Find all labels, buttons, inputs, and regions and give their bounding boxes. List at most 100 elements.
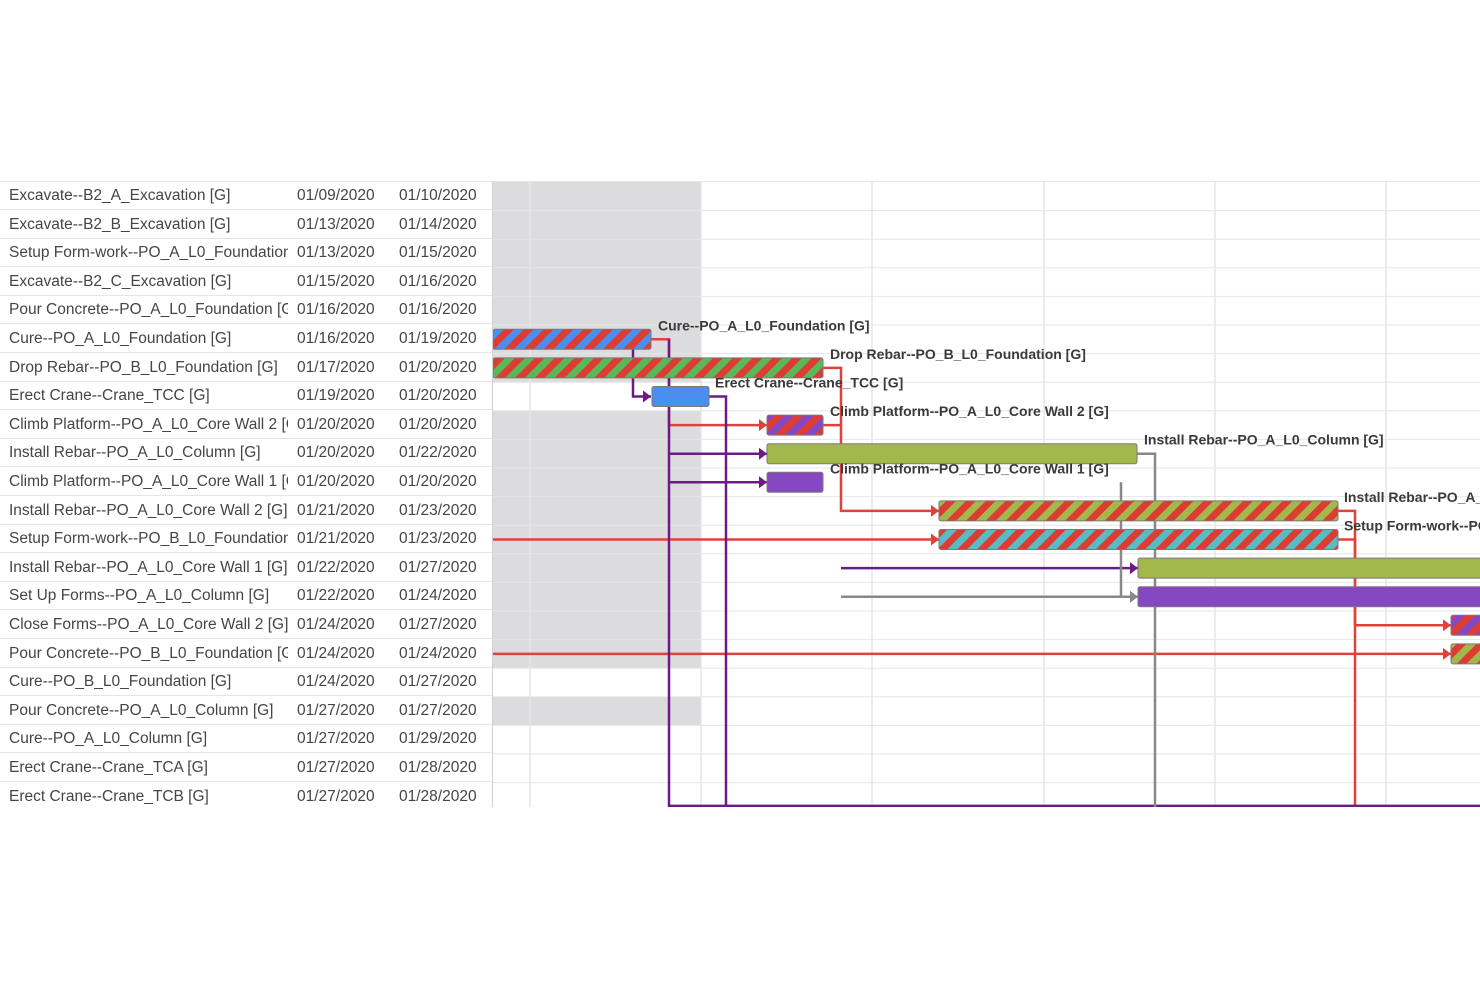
task-row[interactable]: Excavate--B2_C_Excavation [G] 01/15/2020 0… — [0, 268, 492, 296]
task-row[interactable]: Close Forms--PO_A_L0_Core Wall 2 [G] 01/2… — [0, 611, 492, 639]
task-start-date: 01/27/2020 — [297, 730, 375, 748]
task-end-date: 01/15/2020 — [399, 244, 477, 262]
task-end-date: 01/19/2020 — [399, 330, 477, 347]
task-row[interactable]: Setup Form-work--PO_B_L0_Foundation 01/21… — [0, 525, 492, 554]
task-name: Climb Platform--PO_A_L0_Core Wall 1 [C — [9, 473, 288, 490]
task-name: Close Forms--PO_A_L0_Core Wall 2 [G] — [9, 616, 288, 633]
task-name: Pour Concrete--PO_A_L0_Foundation [G — [9, 301, 288, 319]
task-name: Cure--PO_A_L0_Column [G] — [9, 730, 208, 748]
task-row[interactable]: Excavate--B2_A_Excavation [G] 01/09/2020 0… — [0, 182, 492, 210]
dependency-link — [709, 395, 728, 807]
task-row[interactable]: Pour Concrete--PO_A_L0_Foundation [G 01/1… — [0, 296, 492, 325]
nonworking-shade — [493, 267, 701, 297]
task-grid: Excavate--B2_A_Excavation [G] 01/09/2020 0… — [0, 182, 492, 807]
task-row[interactable]: Install Rebar--PO_A_L0_Core Wall 1 [G] 01… — [0, 554, 492, 582]
task-start-date: 01/21/2020 — [297, 501, 375, 519]
link-arrowhead — [759, 476, 767, 489]
task-start-date: 01/20/2020 — [297, 473, 375, 490]
task-row[interactable]: Drop Rebar--PO_B_L0_Foundation [G] 01/17/… — [0, 354, 492, 382]
link-arrowhead — [759, 447, 767, 460]
task-start-date: 01/17/2020 — [297, 358, 375, 376]
task-end-date: 01/20/2020 — [399, 415, 477, 433]
task-end-date: 01/24/2020 — [399, 644, 477, 662]
gantt-chart: Excavate--B2_A_Excavation [G] 01/09/2020 0… — [0, 181, 1480, 807]
task-row[interactable]: Erect Crane--Crane_TCA [G] 01/27/2020 01/2… — [0, 754, 492, 782]
task-start-date: 01/16/2020 — [297, 330, 375, 347]
task-bar — [766, 414, 824, 436]
task-row[interactable]: Erect Crane--Crane_TCC [G] 01/19/2020 01/2… — [0, 382, 492, 411]
task-bar — [938, 500, 1339, 522]
task-end-date: 01/20/2020 — [399, 473, 477, 490]
task-row[interactable]: Cure--PO_A_L0_Column [G] 01/27/2020 01/29/… — [0, 725, 492, 754]
link-arrowhead — [1130, 562, 1138, 575]
task-row[interactable]: Excavate--B2_B_Excavation [G] 01/13/2020 0… — [0, 211, 492, 239]
task-end-date: 01/28/2020 — [399, 787, 477, 805]
task-row[interactable]: Pour Concrete--PO_A_L0_Column [G] 01/27/2… — [0, 697, 492, 725]
task-start-date: 01/24/2020 — [297, 616, 375, 633]
task-end-date: 01/27/2020 — [399, 616, 477, 633]
task-row[interactable]: Climb Platform--PO_A_L0_Core Wall 1 [C 01… — [0, 468, 492, 496]
task-row[interactable]: Climb Platform--PO_A_L0_Core Wall 2 [C 01… — [0, 411, 492, 439]
task-name: Install Rebar--PO_A_L0_Core Wall 1 [G] — [9, 558, 288, 576]
task-name: Set Up Forms--PO_A_L0_Column [G] — [9, 587, 270, 605]
task-name: Drop Rebar--PO_B_L0_Foundation [G] — [9, 358, 278, 376]
task-row[interactable]: Pour Concrete--PO_B_L0_Foundation [G 01/2… — [0, 640, 492, 668]
task-end-date: 01/10/2020 — [399, 187, 477, 204]
task-name: Excavate--B2_C_Excavation [G] — [9, 272, 232, 290]
task-start-date: 01/20/2020 — [297, 444, 375, 462]
link-arrowhead — [1130, 590, 1138, 603]
task-bar-label: Setup Form-work--PO — [1344, 518, 1480, 534]
link-arrowhead — [931, 533, 939, 546]
task-bar-label: Install Rebar--PO_A_L0_Column [G] — [1144, 432, 1384, 448]
task-end-date: 01/27/2020 — [399, 558, 477, 576]
nonworking-shade — [493, 239, 701, 268]
task-end-date: 01/20/2020 — [399, 358, 477, 376]
nonworking-shade — [493, 210, 701, 240]
task-end-date: 01/29/2020 — [399, 730, 477, 748]
timeline-area: Cure--PO_A_L0_Foundation [G] Drop Rebar--… — [492, 182, 1480, 807]
link-arrowhead — [1443, 619, 1451, 632]
task-end-date: 01/22/2020 — [399, 444, 477, 462]
task-start-date: 01/21/2020 — [297, 530, 375, 548]
task-row[interactable]: Erect Crane--Crane_TCB [G] 01/27/2020 01/2… — [0, 783, 492, 807]
task-name: Cure--PO_B_L0_Foundation [G] — [9, 673, 232, 691]
task-row[interactable]: Cure--PO_B_L0_Foundation [G] 01/24/2020 01… — [0, 668, 492, 697]
task-start-date: 01/13/2020 — [297, 244, 375, 262]
task-name: Pour Concrete--PO_A_L0_Column [G] — [9, 701, 274, 719]
dependency-link — [1338, 538, 1357, 807]
task-name: Install Rebar--PO_A_L0_Core Wall 2 [G] — [9, 501, 288, 519]
task-end-date: 01/24/2020 — [399, 587, 477, 605]
task-name: Setup Form-work--PO_A_L0_Foundation — [9, 244, 288, 262]
task-row[interactable]: Set Up Forms--PO_A_L0_Column [G] 01/22/20… — [0, 582, 492, 611]
task-name: Excavate--B2_A_Excavation [G] — [9, 187, 231, 204]
task-bar — [651, 386, 710, 407]
task-name: Erect Crane--Crane_TCA [G] — [9, 759, 208, 776]
task-row[interactable]: Install Rebar--PO_A_L0_Column [G] 01/20/2… — [0, 439, 492, 468]
nonworking-shade — [493, 182, 701, 211]
task-start-date: 01/22/2020 — [297, 587, 375, 605]
link-arrowhead — [759, 419, 767, 432]
task-start-date: 01/24/2020 — [297, 644, 375, 662]
task-bar-label: Install Rebar--PO_A_L — [1344, 489, 1480, 505]
task-name: Excavate--B2_B_Excavation [G] — [9, 215, 231, 233]
task-bar — [766, 471, 824, 493]
task-name: Install Rebar--PO_A_L0_Column [G] — [9, 444, 261, 462]
task-end-date: 01/27/2020 — [399, 701, 477, 719]
task-row[interactable]: Install Rebar--PO_A_L0_Core Wall 2 [G] 01… — [0, 497, 492, 525]
link-arrowhead — [931, 504, 939, 517]
task-name: Climb Platform--PO_A_L0_Core Wall 2 [C — [9, 415, 288, 433]
task-bar-label: Climb Platform--PO_A_L0_Core Wall 2 [G] — [830, 403, 1109, 419]
task-start-date: 01/22/2020 — [297, 558, 375, 576]
task-bar-label: Erect Crane--Crane_TCC [G] — [715, 375, 903, 391]
task-bar-label: Climb Platform--PO_A_L0_Core Wall 1 [G] — [830, 460, 1109, 476]
task-bar — [1450, 614, 1480, 636]
task-bar — [493, 328, 652, 350]
task-row[interactable]: Cure--PO_A_L0_Foundation [G] 01/16/2020 01… — [0, 325, 492, 353]
task-start-date: 01/27/2020 — [297, 787, 375, 805]
task-start-date: 01/09/2020 — [297, 187, 375, 204]
task-end-date: 01/23/2020 — [399, 530, 477, 548]
task-end-date: 01/23/2020 — [399, 501, 477, 519]
task-row[interactable]: Setup Form-work--PO_A_L0_Foundation 01/13… — [0, 239, 492, 268]
task-bar — [938, 529, 1339, 550]
task-start-date: 01/15/2020 — [297, 272, 375, 290]
